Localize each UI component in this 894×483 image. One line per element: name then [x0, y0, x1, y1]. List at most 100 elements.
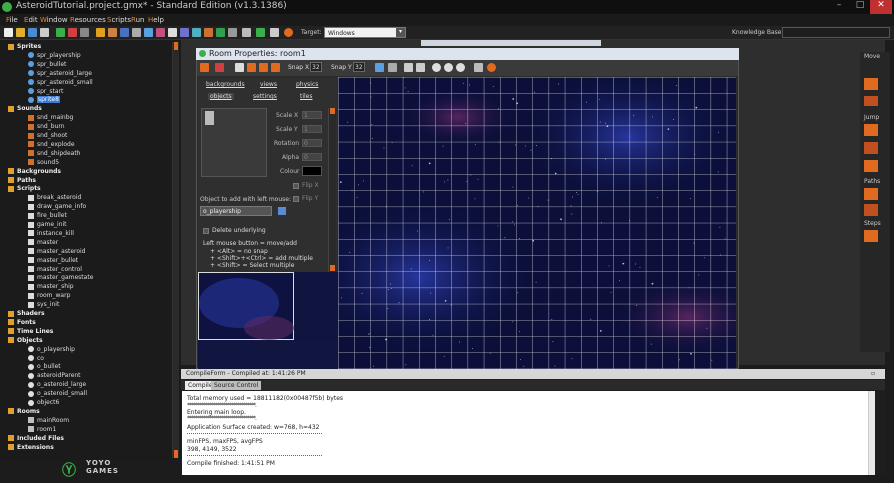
undo-icon[interactable]	[215, 63, 224, 72]
scale-x-input[interactable]: 1	[302, 111, 322, 119]
move-fixed-icon[interactable]	[864, 96, 878, 106]
tab-objects[interactable]: objects	[208, 93, 234, 100]
tree-item[interactable]: master_asteroid	[28, 248, 86, 257]
open-folder-icon[interactable]	[16, 28, 25, 37]
menu-help[interactable]: Help	[148, 16, 164, 24]
maximize-button[interactable]: □	[849, 0, 871, 14]
compile-log[interactable]: Total memory used = 18811182(0x00487f5b)…	[182, 391, 875, 475]
script-add-icon[interactable]	[144, 28, 153, 37]
object-menu-icon[interactable]	[278, 207, 286, 215]
clean-icon[interactable]	[80, 28, 89, 37]
save-icon[interactable]	[28, 28, 37, 37]
tree-group[interactable]: Sounds	[8, 105, 42, 114]
tree-group[interactable]: Shaders	[8, 310, 45, 319]
scroll-down-arrow-icon[interactable]	[174, 450, 178, 458]
tree-item[interactable]: spr_asteroid_small	[28, 79, 93, 88]
tree-item[interactable]: fire_bullet	[28, 212, 67, 221]
add-object-select[interactable]: o_playership	[200, 206, 272, 216]
tree-item[interactable]: asteroidParent	[28, 372, 81, 381]
sound-add-icon[interactable]	[108, 28, 117, 37]
props-scrollbar[interactable]	[328, 108, 336, 272]
menu-file[interactable]: File	[6, 16, 18, 24]
object-add-icon[interactable]	[192, 28, 201, 37]
debug-icon[interactable]	[68, 28, 77, 37]
jump-icon[interactable]	[864, 124, 878, 136]
grid-toggle-icon[interactable]	[375, 63, 384, 72]
menu-window[interactable]: Window	[40, 16, 68, 24]
scroll-up-arrow-icon[interactable]	[174, 42, 178, 50]
tree-item[interactable]: spr_bullet	[28, 61, 66, 70]
path-icon[interactable]	[864, 188, 878, 200]
tree-group[interactable]: Sprites	[8, 43, 41, 52]
move-arrow-icon[interactable]	[864, 78, 878, 90]
tree-item[interactable]: spr_playership	[28, 52, 81, 61]
tab-backgrounds[interactable]: backgrounds	[206, 81, 245, 88]
snap-y-input[interactable]: 32	[353, 62, 365, 72]
flip-x-checkbox[interactable]	[293, 183, 299, 189]
manual-icon[interactable]	[270, 28, 279, 37]
tree-group[interactable]: Scripts	[8, 185, 41, 194]
new-file-icon[interactable]	[4, 28, 13, 37]
menu-edit[interactable]: Edit	[24, 16, 38, 24]
tree-item[interactable]: mainRoom	[28, 417, 69, 426]
path-add-icon[interactable]	[132, 28, 141, 37]
tree-item[interactable]: sound5	[28, 159, 59, 168]
tree-group[interactable]: Objects	[8, 337, 43, 346]
props-scroll-up-icon[interactable]	[330, 108, 335, 114]
tree-item[interactable]: master_ship	[28, 283, 74, 292]
snap-x-input[interactable]: 32	[310, 62, 322, 72]
tree-item[interactable]: o_asteroid_small	[28, 390, 87, 399]
tab-tiles[interactable]: tiles	[300, 93, 313, 100]
minimize-button[interactable]: –	[828, 0, 850, 14]
step-icon[interactable]	[864, 230, 878, 242]
room-grid-canvas[interactable]	[338, 77, 736, 369]
log-scrollbar[interactable]	[868, 391, 875, 475]
tree-item[interactable]: snd_explode	[28, 141, 75, 150]
run-icon[interactable]	[56, 28, 65, 37]
tab-views[interactable]: views	[260, 81, 277, 88]
jump-down-icon[interactable]	[864, 160, 878, 172]
tree-item[interactable]: snd_shipdeath	[28, 150, 80, 159]
path-end-icon[interactable]	[864, 204, 878, 216]
sort-x-icon[interactable]	[259, 63, 268, 72]
tree-item[interactable]: master_bullet	[28, 257, 78, 266]
sort-y-icon[interactable]	[271, 63, 280, 72]
clear-icon[interactable]	[235, 63, 244, 72]
tree-group[interactable]: Backgrounds	[8, 168, 61, 177]
tree-item[interactable]: spr_asteroid_large	[28, 70, 92, 79]
tree-item[interactable]: room_warp	[28, 292, 70, 301]
tree-item[interactable]: snd_shoot	[28, 132, 67, 141]
tree-group[interactable]: Extensions	[8, 444, 54, 453]
shift-icon[interactable]	[247, 63, 256, 72]
tree-item[interactable]: co	[28, 355, 44, 364]
sprite-add-icon[interactable]	[96, 28, 105, 37]
tree-item[interactable]: game_init	[28, 221, 67, 230]
plus-icon[interactable]	[256, 28, 265, 37]
isometric-icon[interactable]	[388, 63, 397, 72]
props-scroll-down-icon[interactable]	[330, 265, 335, 271]
target-select[interactable]: Windows ▾	[324, 27, 406, 38]
tree-item[interactable]: o_playership	[28, 346, 75, 355]
menu-run[interactable]: Run	[131, 16, 144, 24]
zoom-out-icon[interactable]	[432, 63, 441, 72]
rotation-input[interactable]: 0	[302, 139, 322, 147]
object-preview-box[interactable]	[201, 108, 267, 177]
save-as-icon[interactable]	[40, 28, 49, 37]
room-help-icon[interactable]	[487, 63, 496, 72]
menu-resources[interactable]: Resources	[70, 16, 106, 24]
menu-scripts[interactable]: Scripts	[107, 16, 131, 24]
tree-item[interactable]: master_control	[28, 266, 82, 275]
room-window-titlebar[interactable]: Room Properties: room1	[196, 48, 739, 60]
font-add-icon[interactable]	[168, 28, 177, 37]
room-minimap[interactable]	[198, 272, 294, 340]
help-icon[interactable]	[284, 28, 293, 37]
tree-item[interactable]: sprite8	[28, 96, 60, 105]
tree-item[interactable]: master	[28, 239, 58, 248]
shader-add-icon[interactable]	[156, 28, 165, 37]
tree-item[interactable]: snd_burn	[28, 123, 65, 132]
tab-settings[interactable]: settings	[253, 93, 277, 100]
tree-item[interactable]: draw_game_info	[28, 203, 86, 212]
background-add-icon[interactable]	[120, 28, 129, 37]
kb-search-input[interactable]	[782, 27, 890, 38]
included-file-icon[interactable]	[216, 28, 225, 37]
